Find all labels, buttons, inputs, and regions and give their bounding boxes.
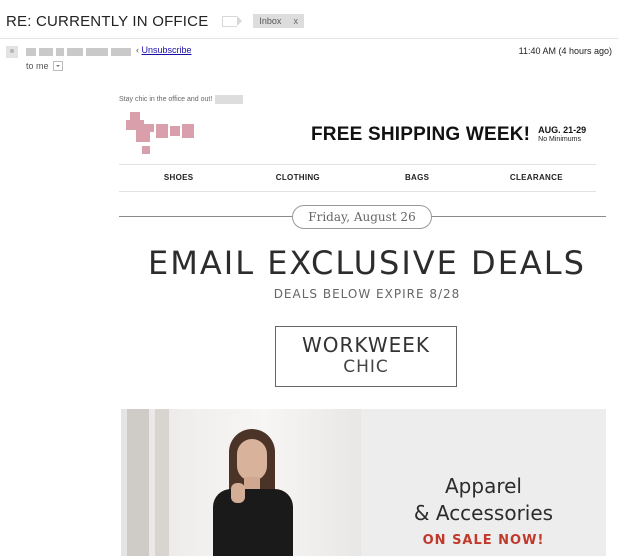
header-divider xyxy=(0,38,618,39)
redaction-block xyxy=(86,48,108,56)
brand-logo-redacted[interactable] xyxy=(126,112,196,156)
feature-title-box[interactable]: WORKWEEK CHIC xyxy=(275,326,457,387)
unsubscribe-prefix: ‹ xyxy=(136,45,139,55)
email-view: RE: CURRENTLY IN OFFICE Inbox x ‹ Unsubs… xyxy=(0,0,618,556)
hero-text-panel[interactable]: Apparel & Accessories ON SALE NOW! xyxy=(361,409,606,556)
photo-background-window xyxy=(127,409,149,556)
logo-pixel xyxy=(130,112,140,120)
feature-title-bottom: CHIC xyxy=(343,357,389,377)
avatar[interactable] xyxy=(6,46,18,58)
email-subject: RE: CURRENTLY IN OFFICE xyxy=(6,12,209,30)
redaction-block xyxy=(56,48,64,56)
redaction-block xyxy=(26,48,36,56)
hero-title-line2: & Accessories xyxy=(413,501,554,525)
redaction-block xyxy=(39,48,53,56)
label-tag-icon[interactable] xyxy=(222,15,243,27)
free-shipping-heading: FREE SHIPPING WEEK! xyxy=(311,124,531,145)
logo-pixel xyxy=(126,120,144,130)
nav-divider-bottom xyxy=(119,191,596,192)
unsubscribe-link[interactable]: Unsubscribe xyxy=(142,45,192,55)
sender-name-redacted[interactable] xyxy=(26,48,131,56)
date-pill: Friday, August 26 xyxy=(292,205,432,229)
preheader: Stay chic in the office and out! xyxy=(119,95,244,104)
hero-title: Apparel & Accessories xyxy=(361,473,606,527)
subject-row: RE: CURRENTLY IN OFFICE Inbox x xyxy=(6,10,304,32)
sender-row: ‹ Unsubscribe 11:40 AM (4 hours ago) to … xyxy=(6,44,612,74)
model-hand xyxy=(231,483,245,503)
nav-divider-top xyxy=(119,164,596,165)
model-dress xyxy=(213,489,293,556)
nav-item-clothing[interactable]: CLOTHING xyxy=(238,166,357,190)
details-dropdown-icon[interactable] xyxy=(52,61,63,71)
email-timestamp: 11:40 AM (4 hours ago) xyxy=(518,46,612,56)
free-shipping-banner[interactable]: FREE SHIPPING WEEK! AUG. 21-29 No Minimu… xyxy=(311,124,586,146)
preheader-text: Stay chic in the office and out! xyxy=(119,96,213,103)
hero-banner[interactable]: Apparel & Accessories ON SALE NOW! xyxy=(121,409,606,556)
unsubscribe-wrap: ‹ Unsubscribe xyxy=(136,45,192,55)
remove-label-button[interactable]: x xyxy=(293,16,298,26)
nav-item-bags[interactable]: BAGS xyxy=(358,166,477,190)
hero-cta-link[interactable]: ON SALE NOW! xyxy=(361,533,606,548)
nav-item-shoes[interactable]: SHOES xyxy=(119,166,238,190)
inbox-label-text: Inbox xyxy=(259,16,282,26)
hero-model-photo[interactable] xyxy=(121,409,361,556)
preheader-redacted xyxy=(215,95,244,104)
recipient-label: to me xyxy=(26,61,49,71)
logo-pixel xyxy=(142,146,150,154)
redaction-block xyxy=(111,48,131,56)
logo-pixel xyxy=(156,124,168,138)
inbox-label-chip[interactable]: Inbox x xyxy=(253,14,304,28)
feature-title-top: WORKWEEK xyxy=(302,333,430,357)
model-face xyxy=(237,439,267,481)
redaction-block xyxy=(67,48,83,56)
free-shipping-details: AUG. 21-29 No Minimums xyxy=(538,126,586,144)
recipient-row: to me xyxy=(26,61,63,71)
logo-pixel xyxy=(182,124,194,138)
logo-pixel xyxy=(136,130,150,142)
category-nav: SHOES CLOTHING BAGS CLEARANCE xyxy=(119,166,596,190)
free-shipping-dates: AUG. 21-29 xyxy=(538,125,587,135)
subheadline: DEALS BELOW EXPIRE 8/28 xyxy=(273,287,461,301)
nav-item-clearance[interactable]: CLEARANCE xyxy=(477,166,596,190)
photo-background-window xyxy=(155,409,169,556)
logo-pixel xyxy=(170,126,180,136)
hero-title-line1: Apparel xyxy=(445,474,522,498)
free-shipping-note: No Minimums xyxy=(538,136,581,143)
headline: EMAIL EXCLUSIVE DEALS xyxy=(148,244,586,282)
